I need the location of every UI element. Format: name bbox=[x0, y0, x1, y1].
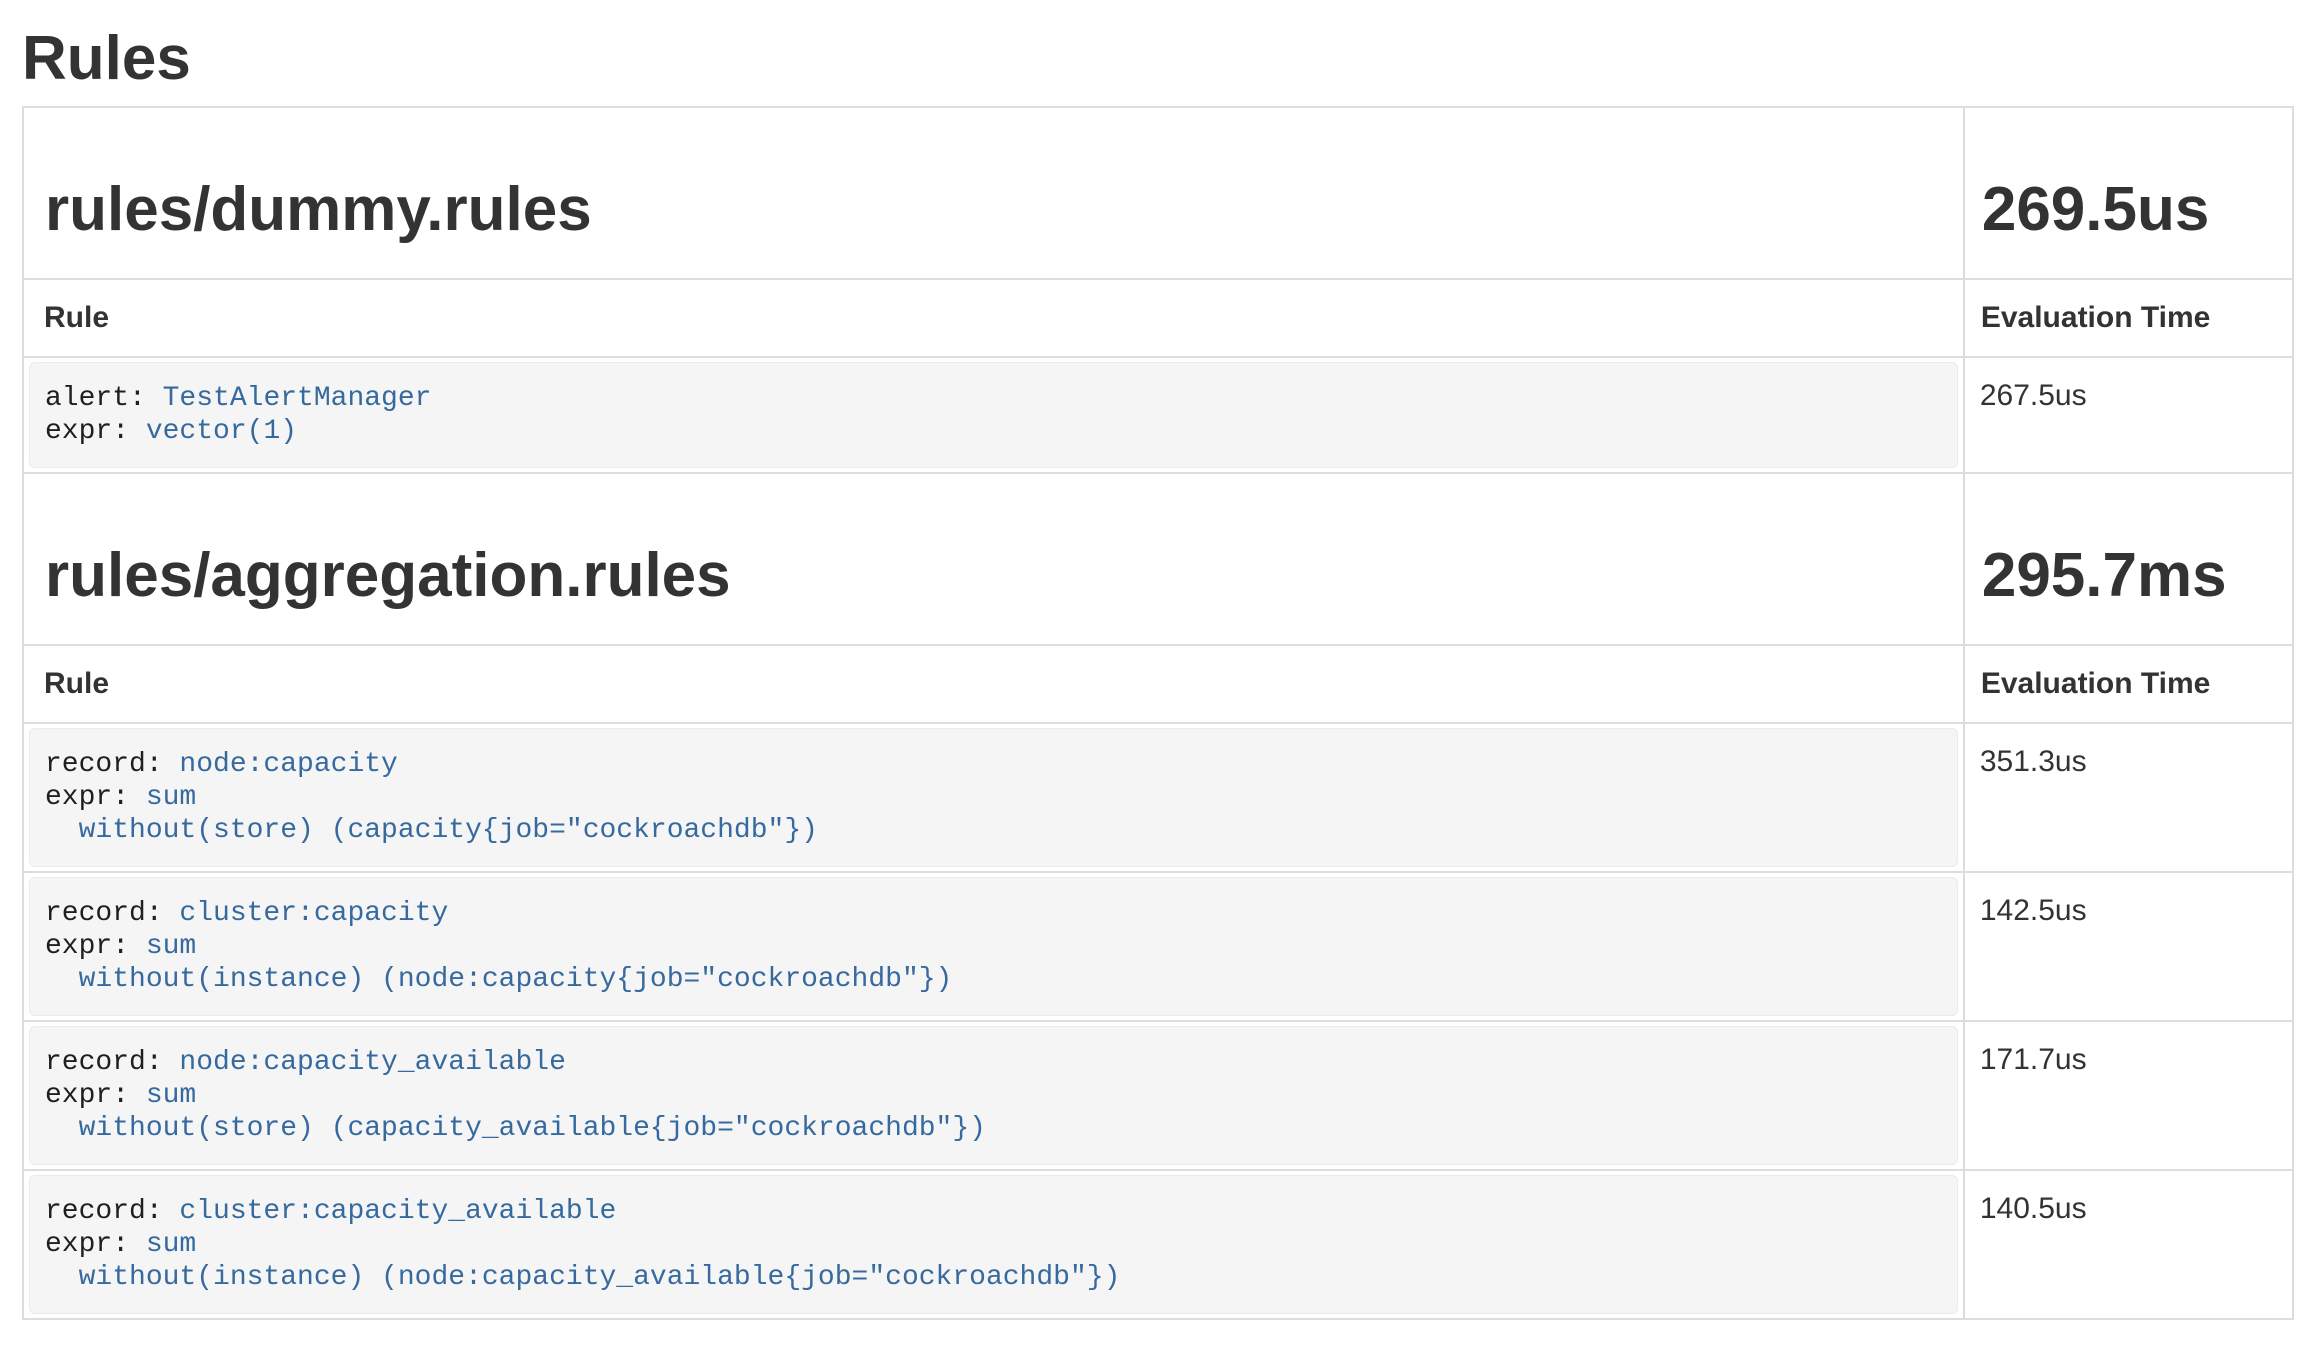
rule-code-block: record: cluster:capacity_availableexpr: … bbox=[29, 1175, 1958, 1314]
rule-code-block: alert: TestAlertManagerexpr: vector(1) bbox=[29, 362, 1958, 468]
rule-code-key: record: bbox=[45, 1196, 179, 1227]
rule-code-line: without(store) (capacity{job="cockroachd… bbox=[45, 814, 1939, 847]
rule-link[interactable]: without(store) (capacity_available{job="… bbox=[45, 1113, 986, 1144]
rules-table: rules/dummy.rules269.5usRuleEvaluation T… bbox=[22, 106, 2294, 1320]
rule-link[interactable]: without(instance) (node:capacity{job="co… bbox=[45, 964, 952, 995]
rule-evaluation-time-cell: 351.3us bbox=[1964, 723, 2293, 872]
rule-code-key: alert: bbox=[45, 383, 163, 414]
rule-link[interactable]: sum bbox=[146, 782, 196, 813]
evaluation-time-column-header: Evaluation Time bbox=[1964, 279, 2293, 357]
rule-code-block: record: node:capacity_availableexpr: sum… bbox=[29, 1026, 1958, 1165]
rule-evaluation-time: 142.5us bbox=[1980, 894, 2087, 927]
rule-code-line: expr: vector(1) bbox=[45, 415, 1939, 448]
rule-code-line: record: cluster:capacity_available bbox=[45, 1195, 1939, 1228]
rule-cell: alert: TestAlertManagerexpr: vector(1) bbox=[23, 357, 1964, 473]
rule-cell: record: node:capacityexpr: sum without(s… bbox=[23, 723, 1964, 872]
rule-evaluation-time: 140.5us bbox=[1980, 1192, 2087, 1225]
rule-link[interactable]: cluster:capacity bbox=[179, 898, 448, 929]
rule-group-evaluation-time: 295.7ms bbox=[1966, 475, 2291, 643]
rule-link[interactable]: cluster:capacity_available bbox=[179, 1196, 616, 1227]
rule-code-line: expr: sum bbox=[45, 781, 1939, 814]
rule-row: record: node:capacity_availableexpr: sum… bbox=[23, 1021, 2293, 1170]
rule-link[interactable]: node:capacity bbox=[179, 749, 397, 780]
rule-evaluation-time-cell: 171.7us bbox=[1964, 1021, 2293, 1170]
rule-link[interactable]: node:capacity_available bbox=[179, 1047, 565, 1078]
rule-link[interactable]: TestAlertManager bbox=[163, 383, 432, 414]
rule-row: record: cluster:capacity_availableexpr: … bbox=[23, 1170, 2293, 1319]
column-header-row: RuleEvaluation Time bbox=[23, 279, 2293, 357]
rule-link[interactable]: sum bbox=[146, 1229, 196, 1260]
rule-evaluation-time-cell: 142.5us bbox=[1964, 872, 2293, 1021]
rule-group-evaluation-time-cell: 295.7ms bbox=[1964, 473, 2293, 645]
rule-code-line: record: node:capacity_available bbox=[45, 1046, 1939, 1079]
rule-row: record: cluster:capacityexpr: sum withou… bbox=[23, 872, 2293, 1021]
rule-code-line: without(instance) (node:capacity_availab… bbox=[45, 1261, 1939, 1294]
rule-link[interactable]: sum bbox=[146, 931, 196, 962]
rule-code-key: expr: bbox=[45, 931, 146, 962]
rule-code-key: expr: bbox=[45, 782, 146, 813]
rule-code-line: record: cluster:capacity bbox=[45, 897, 1939, 930]
rule-evaluation-time: 171.7us bbox=[1980, 1043, 2087, 1076]
rule-group-header-row: rules/aggregation.rules295.7ms bbox=[23, 473, 2293, 645]
rule-row: record: node:capacityexpr: sum without(s… bbox=[23, 723, 2293, 872]
page-title: Rules bbox=[22, 24, 2294, 94]
rule-code-line: alert: TestAlertManager bbox=[45, 382, 1939, 415]
rule-link[interactable]: vector(1) bbox=[146, 416, 297, 447]
column-header-row: RuleEvaluation Time bbox=[23, 645, 2293, 723]
rule-column-header: Rule bbox=[23, 279, 1964, 357]
rule-group-evaluation-time-cell: 269.5us bbox=[1964, 107, 2293, 279]
rules-page: Rules rules/dummy.rules269.5usRuleEvalua… bbox=[22, 24, 2294, 1320]
rule-code-key: expr: bbox=[45, 1080, 146, 1111]
rule-code-line: without(store) (capacity_available{job="… bbox=[45, 1112, 1939, 1145]
rule-code-key: record: bbox=[45, 749, 179, 780]
rule-group-evaluation-time: 269.5us bbox=[1966, 109, 2291, 277]
rule-code-key: record: bbox=[45, 1047, 179, 1078]
rule-group-name-cell: rules/dummy.rules bbox=[23, 107, 1964, 279]
rule-cell: record: cluster:capacityexpr: sum withou… bbox=[23, 872, 1964, 1021]
rule-group-name-cell: rules/aggregation.rules bbox=[23, 473, 1964, 645]
rule-code-line: expr: sum bbox=[45, 1228, 1939, 1261]
rule-code-key: expr: bbox=[45, 1229, 146, 1260]
rule-group-name: rules/aggregation.rules bbox=[25, 475, 1962, 643]
rule-code-key: record: bbox=[45, 898, 179, 929]
rule-link[interactable]: without(store) (capacity{job="cockroachd… bbox=[45, 815, 818, 846]
rule-code-line: without(instance) (node:capacity{job="co… bbox=[45, 963, 1939, 996]
rule-code-block: record: cluster:capacityexpr: sum withou… bbox=[29, 877, 1958, 1016]
rule-group-name: rules/dummy.rules bbox=[25, 109, 1962, 277]
rule-code-line: expr: sum bbox=[45, 930, 1939, 963]
rule-column-header: Rule bbox=[23, 645, 1964, 723]
rule-link[interactable]: sum bbox=[146, 1080, 196, 1111]
rule-row: alert: TestAlertManagerexpr: vector(1)26… bbox=[23, 357, 2293, 473]
rule-link[interactable]: without(instance) (node:capacity_availab… bbox=[45, 1262, 1120, 1293]
rule-group-header-row: rules/dummy.rules269.5us bbox=[23, 107, 2293, 279]
rule-cell: record: node:capacity_availableexpr: sum… bbox=[23, 1021, 1964, 1170]
evaluation-time-column-header: Evaluation Time bbox=[1964, 645, 2293, 723]
rule-evaluation-time-cell: 140.5us bbox=[1964, 1170, 2293, 1319]
rule-evaluation-time: 267.5us bbox=[1980, 379, 2087, 412]
rule-code-line: expr: sum bbox=[45, 1079, 1939, 1112]
rule-evaluation-time-cell: 267.5us bbox=[1964, 357, 2293, 473]
rule-code-key: expr: bbox=[45, 416, 146, 447]
rule-code-line: record: node:capacity bbox=[45, 748, 1939, 781]
rule-code-block: record: node:capacityexpr: sum without(s… bbox=[29, 728, 1958, 867]
rule-cell: record: cluster:capacity_availableexpr: … bbox=[23, 1170, 1964, 1319]
rule-evaluation-time: 351.3us bbox=[1980, 745, 2087, 778]
